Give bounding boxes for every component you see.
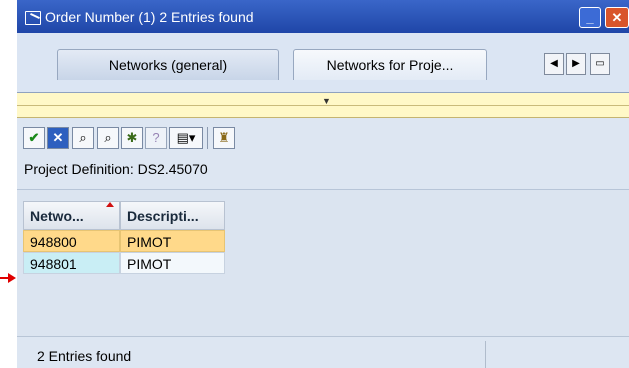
print-dropdown-icon[interactable]: ▤▾ [169,127,203,149]
tab-list-icon[interactable]: ▭ [590,53,610,75]
column-header-description[interactable]: Descripti... [120,201,225,230]
tab-scroll-right-icon[interactable]: ▶ [566,53,586,75]
collapse-splitter[interactable]: ▼ [17,93,629,118]
find-next-icon[interactable]: ⌕ [97,127,119,149]
project-definition-label: Project Definition: DS2.45070 [24,161,208,177]
find-binoculars-icon[interactable]: ⌕ [72,127,94,149]
close-button[interactable]: ✕ [605,7,629,28]
results-table: Netwo... Descripti... 948800 PIMOT 94880… [17,189,629,337]
information-icon[interactable]: ? [145,127,167,149]
toolbar: ✔ ✕ ⌕ ⌕ ✱ ? ▤▾ ♜ [17,123,629,157]
table-cell-network[interactable]: 948801 [23,252,120,274]
column-header-network[interactable]: Netwo... [23,201,120,230]
status-text: 2 Entries found [37,348,132,364]
status-bar: 2 Entries found [17,336,629,368]
toolbar-separator [207,127,208,149]
new-selection-icon[interactable]: ✱ [121,127,143,149]
sort-ascending-icon [106,202,114,207]
confirm-check-icon[interactable]: ✔ [23,127,45,149]
tab-networks-for-project[interactable]: Networks for Proje... [293,49,487,80]
minimize-button[interactable]: _ [579,7,601,28]
personal-list-icon[interactable]: ♜ [213,127,235,149]
titlebar: Order Number (1) 2 Entries found _ ✕ [17,0,629,33]
tab-strip: Networks (general) Networks for Proje...… [17,33,629,92]
column-header-network-label: Netwo... [30,208,84,224]
table-cell-description[interactable]: PIMOT [120,252,225,274]
table-cell-description[interactable]: PIMOT [120,230,225,252]
tab-networks-general[interactable]: Networks (general) [57,49,279,80]
cancel-icon[interactable]: ✕ [47,127,69,149]
status-divider [485,341,486,368]
dialog-window: Order Number (1) 2 Entries found _ ✕ Net… [17,0,629,368]
tab-scroll-left-icon[interactable]: ◀ [544,53,564,75]
dialog-icon [25,11,41,25]
window-title: Order Number (1) 2 Entries found [45,9,254,25]
table-cell-network[interactable]: 948800 [23,230,120,252]
collapse-arrow-icon: ▼ [322,96,331,106]
pointer-arrow-icon [0,273,16,283]
